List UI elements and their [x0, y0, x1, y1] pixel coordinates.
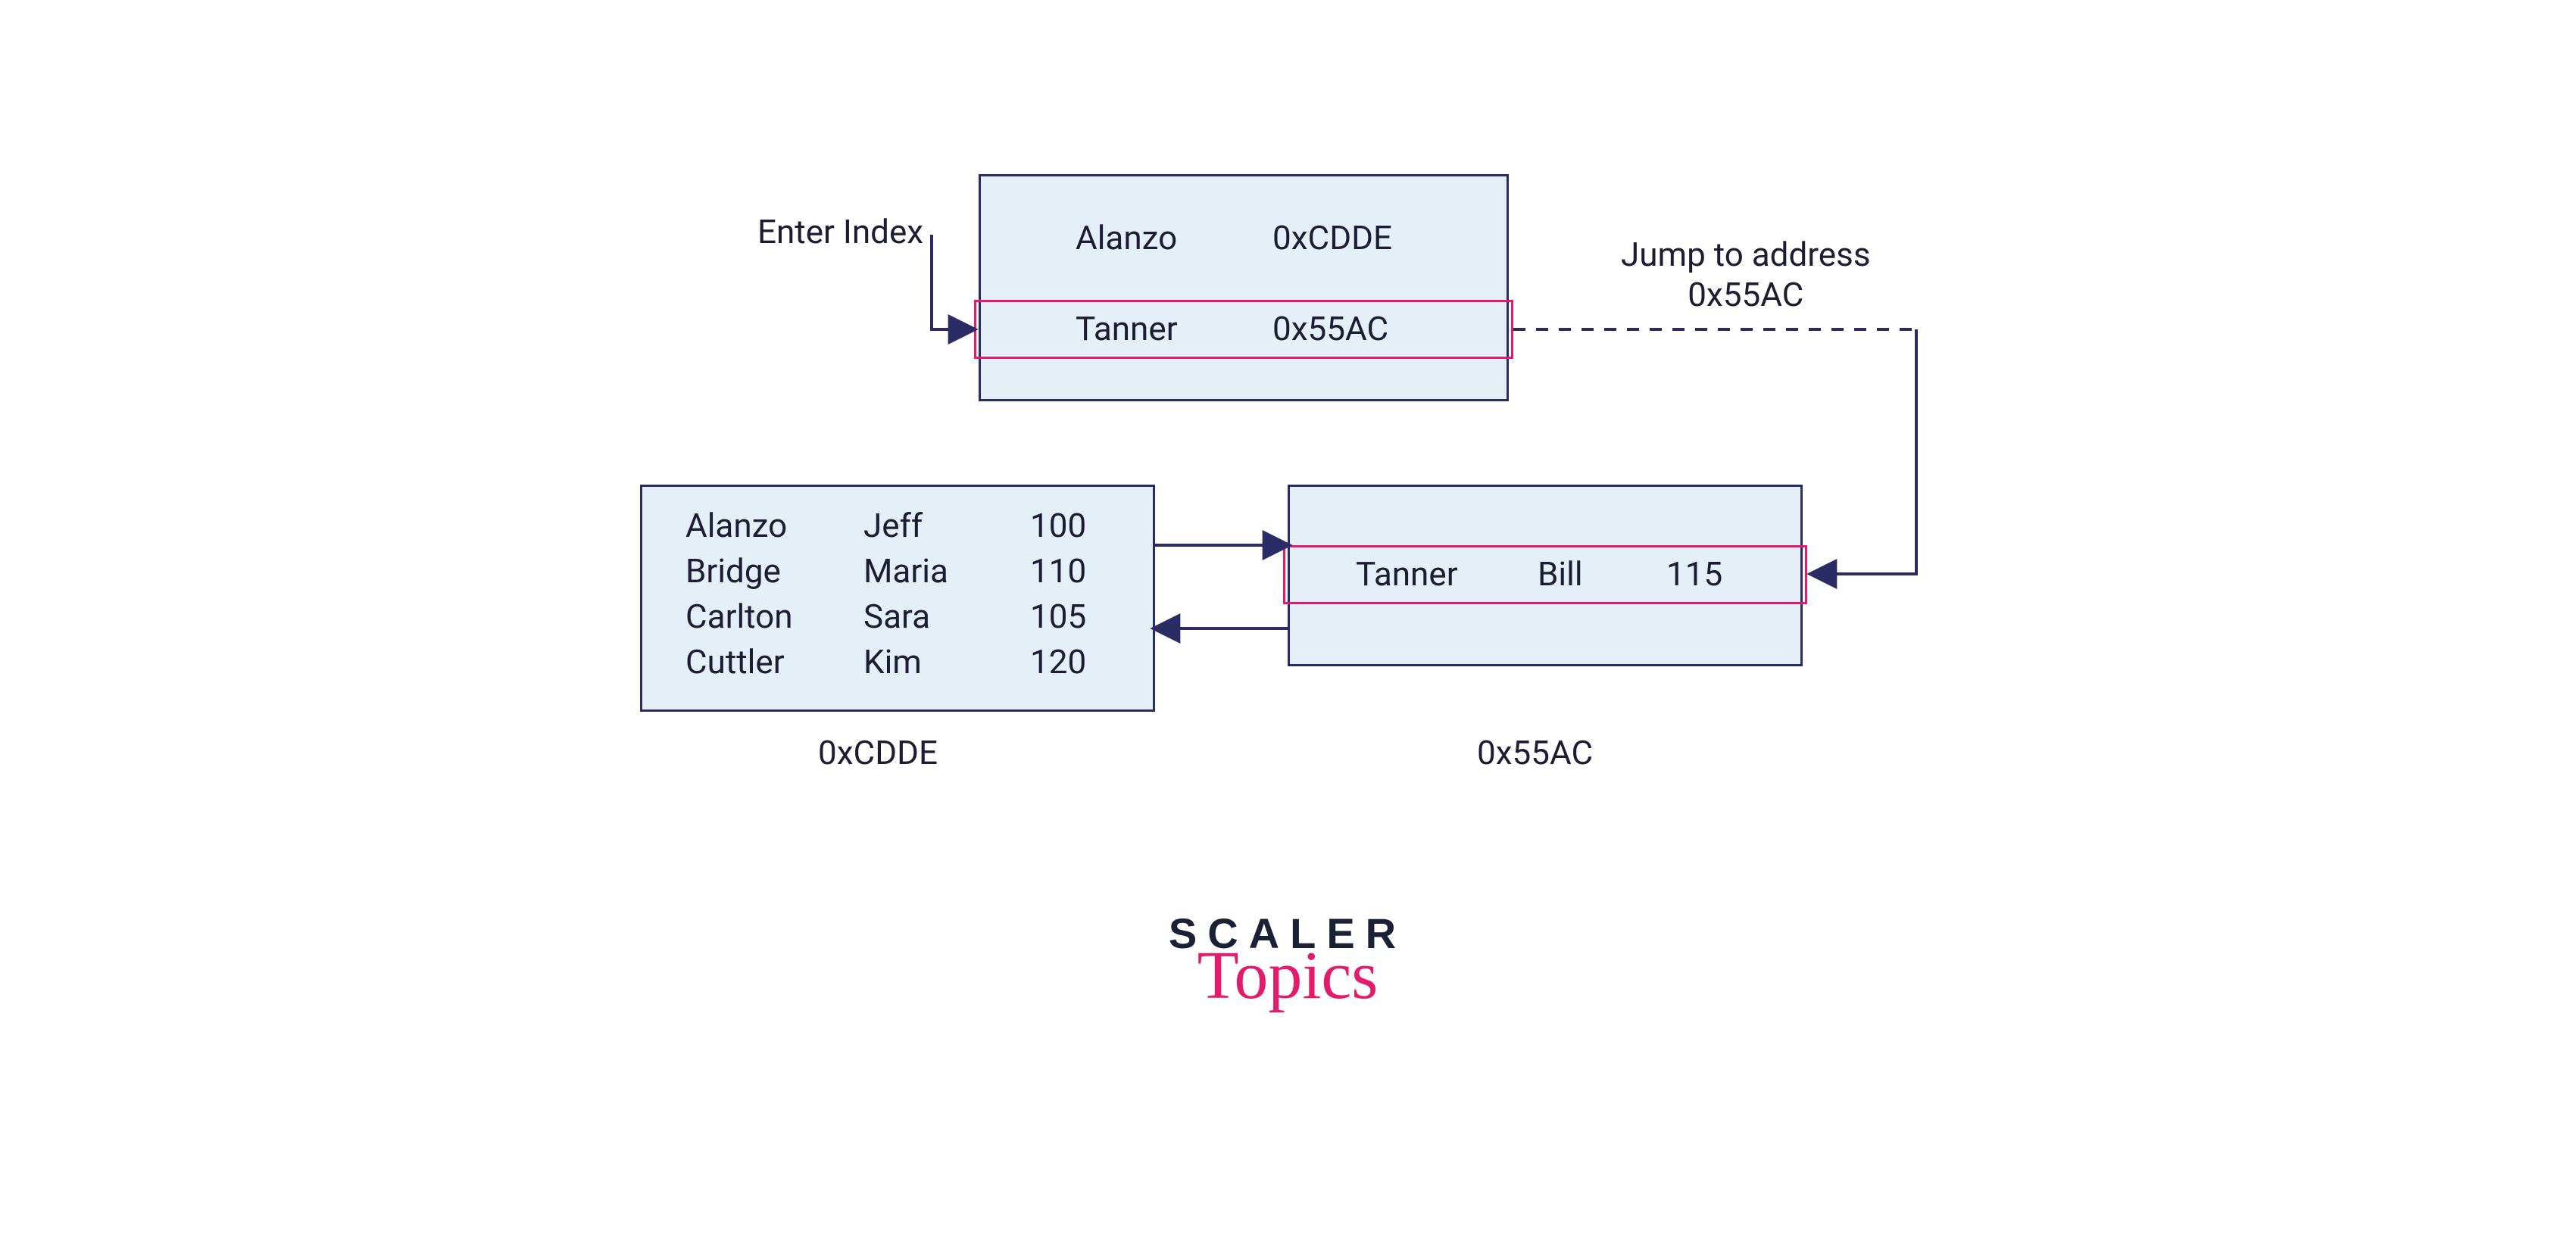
b55-c0: Tanner [1356, 554, 1458, 594]
cdde-r2-c0: Carlton [685, 597, 793, 637]
index-row1-addr: 0x55AC [1272, 309, 1388, 349]
logo-line2: Topics [1083, 937, 1492, 1015]
cdde-r0-c2: 100 [1030, 506, 1086, 546]
index-row1-name: Tanner [1076, 309, 1178, 349]
index-box [979, 174, 1509, 401]
label-enter-index: Enter Index [757, 212, 923, 252]
cdde-r2-c2: 105 [1030, 597, 1086, 637]
cdde-r1-c0: Bridge [685, 551, 781, 591]
index-highlight-row [974, 300, 1513, 359]
index-row0-name: Alanzo [1076, 218, 1177, 258]
b55-c1: Bill [1538, 554, 1583, 594]
cdde-r3-c2: 120 [1030, 642, 1086, 682]
label-addr-55ac: 0x55AC [1477, 733, 1593, 772]
index-row0-addr: 0xCDDE [1272, 218, 1392, 258]
diagram-canvas: Enter Index Alanzo 0xCDDE Tanner 0x55AC … [0, 0, 2576, 1238]
cdde-r1-c2: 110 [1030, 551, 1086, 591]
cdde-r0-c1: Jeff [863, 506, 923, 546]
cdde-r2-c1: Sara [863, 597, 930, 637]
label-jump-to: Jump to address 0x55AC [1621, 235, 1871, 315]
cdde-r3-c1: Kim [863, 642, 922, 682]
logo: SCALER Topics [1083, 909, 1492, 1015]
label-addr-cdde: 0xCDDE [818, 733, 938, 772]
cdde-r0-c0: Alanzo [685, 506, 787, 546]
cdde-r3-c0: Cuttler [685, 642, 785, 682]
b55-c2: 115 [1666, 554, 1722, 594]
cdde-r1-c1: Maria [863, 551, 948, 591]
